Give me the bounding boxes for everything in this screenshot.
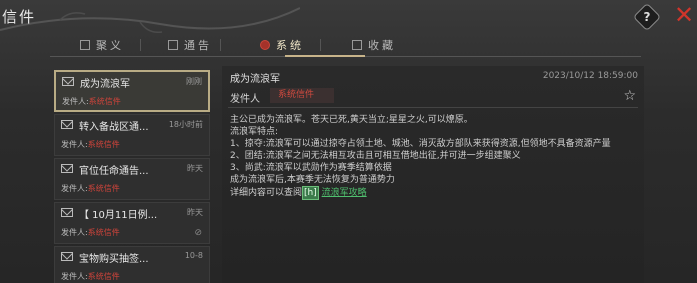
gear-icon bbox=[260, 40, 270, 50]
window-title: 信件 bbox=[2, 8, 37, 26]
mail-subject: 宝物购买抽签... bbox=[79, 254, 149, 265]
body-line: 流浪军特点: bbox=[230, 127, 279, 137]
body-line: 1、掠夺:流浪军可以通过掠夺占领土地、城池、消灭敌方部队来获得资源,但领地不具备… bbox=[230, 139, 611, 149]
body-line: 2、团结:流浪军之间无法相互攻击且可相互借地出征,并可进一步组建聚义 bbox=[230, 151, 521, 161]
mail-date: 2023/10/12 18:59:00 bbox=[542, 71, 638, 81]
mail-subject: 【 10月11日例... bbox=[79, 210, 158, 221]
mail-list-item[interactable]: 【 10月11日例... 昨天 发件人:系统信件 ⊘ bbox=[54, 202, 210, 244]
mail-list-item[interactable]: 官位任命通告... 昨天 发件人:系统信件 bbox=[54, 158, 210, 200]
close-icon[interactable]: ✕ bbox=[672, 3, 696, 27]
mail-sender: 发件人:系统信件 bbox=[61, 272, 120, 281]
mail-body: 主公已成为流浪军。苍天已死,黄天当立;星星之火,可以燎原。 流浪军特点: 1、掠… bbox=[230, 114, 640, 200]
tab-system[interactable]: 系统 bbox=[260, 33, 304, 57]
envelope-icon bbox=[62, 77, 74, 86]
mail-sender: 发件人:系统信件 bbox=[61, 140, 120, 149]
mail-sender: 发件人:系统信件 bbox=[61, 184, 120, 193]
mail-sender: 发件人:系统信件 bbox=[62, 97, 121, 106]
star-icon[interactable]: ☆ bbox=[623, 88, 636, 104]
detail-line: 详细内容可以查阅 [h] 流浪军攻略 bbox=[230, 186, 367, 200]
mail-time: 10-8 bbox=[184, 251, 203, 260]
envelope-icon bbox=[61, 120, 73, 129]
tab-bar: 聚义 通告 系统 收藏 bbox=[50, 33, 641, 57]
body-line: 主公已成为流浪军。苍天已死,黄天当立;星星之火,可以燎原。 bbox=[230, 115, 473, 125]
tab-divider bbox=[320, 39, 321, 51]
tab-divider bbox=[140, 39, 141, 51]
mail-list-item[interactable]: 转入备战区通... 18小时前 发件人:系统信件 bbox=[54, 114, 210, 156]
mail-subject: 转入备战区通... bbox=[79, 122, 149, 133]
mail-sender: 发件人:系统信件 bbox=[61, 228, 120, 237]
mail-time: 刚刚 bbox=[186, 77, 202, 86]
juyi-icon bbox=[80, 40, 90, 50]
mail-time: 昨天 bbox=[187, 164, 203, 173]
mail-subject: 成为流浪军 bbox=[80, 79, 130, 90]
sender-label: 发件人 bbox=[230, 94, 260, 105]
mail-list[interactable]: 成为流浪军 刚刚 发件人:系统信件 转入备战区通... 18小时前 发件人:系统… bbox=[54, 70, 210, 283]
tab-juyi[interactable]: 聚义 bbox=[80, 33, 124, 57]
body-line: 成为流浪军后,本赛季无法恢复为普通势力 bbox=[230, 175, 395, 185]
envelope-icon bbox=[61, 208, 73, 217]
mail-content-panel: 成为流浪军 2023/10/12 18:59:00 发件人 系统信件 ☆ 主公已… bbox=[222, 66, 644, 283]
mail-list-item[interactable]: 成为流浪军 刚刚 发件人:系统信件 bbox=[54, 70, 210, 112]
guide-link[interactable]: 流浪军攻略 bbox=[322, 188, 367, 198]
envelope-icon bbox=[61, 252, 73, 261]
announcement-icon bbox=[168, 40, 178, 50]
divider bbox=[228, 107, 638, 108]
link-badge: [h] bbox=[302, 186, 319, 200]
attachment-icon: ⊘ bbox=[194, 228, 202, 238]
mail-subject: 官位任命通告... bbox=[79, 166, 149, 177]
tab-favorites[interactable]: 收藏 bbox=[352, 33, 396, 57]
mail-title: 成为流浪军 bbox=[230, 74, 280, 85]
sender-name: 系统信件 bbox=[270, 88, 334, 103]
tab-divider bbox=[220, 39, 221, 51]
tab-announcement[interactable]: 通告 bbox=[168, 33, 212, 57]
mail-time: 18小时前 bbox=[168, 120, 203, 129]
active-tab-indicator bbox=[285, 55, 365, 57]
envelope-icon bbox=[61, 164, 73, 173]
body-line: 3、尚武:流浪军以武勋作为赛季结算依据 bbox=[230, 163, 392, 173]
favorites-icon bbox=[352, 40, 362, 50]
mail-time: 昨天 bbox=[187, 208, 203, 217]
mail-list-item[interactable]: 宝物购买抽签... 10-8 发件人:系统信件 bbox=[54, 246, 210, 283]
